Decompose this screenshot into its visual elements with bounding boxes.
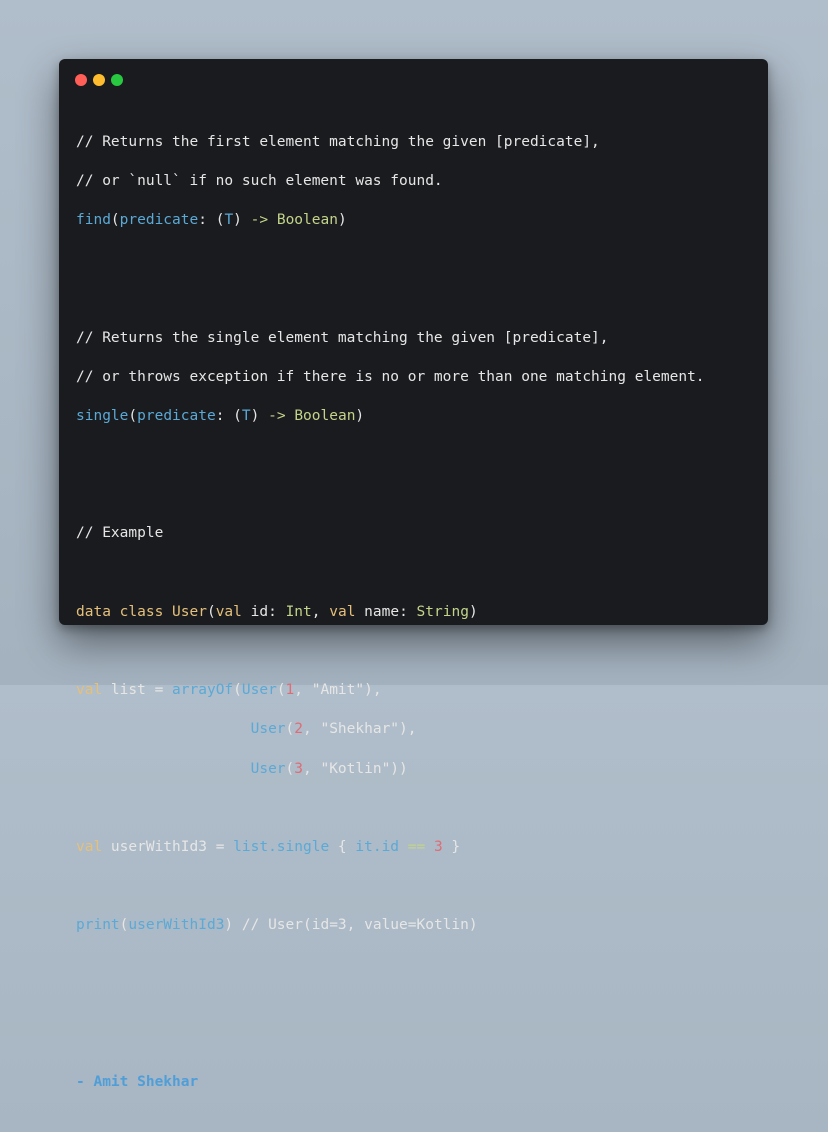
punct: : ( [215,407,242,424]
function-name: User [250,721,286,738]
param-name: predicate [119,211,199,228]
identifier: userWithId3 [128,917,225,934]
type-name: Int [285,603,312,620]
code-line-single-signature: single(predicate: (T) -> Boolean) [76,407,705,427]
punct: ) [337,211,347,228]
minimize-dot-icon[interactable] [93,74,105,86]
code-line-list-1: val list = arrayOf(User(1, "Amit"), [76,681,705,701]
code-block: // Returns the first element matching th… [76,113,705,1132]
zoom-dot-icon[interactable] [111,74,123,86]
punct: } [442,838,461,855]
code-line-single-comment-2: // or throws exception if there is no or… [76,368,705,388]
punct: ( [206,603,216,620]
author-signature: - Amit Shekhar [76,1074,199,1091]
punct: ) [355,407,365,424]
code-window: // Returns the first element matching th… [59,59,768,1090]
comment: // Returns the first element matching th… [76,133,600,150]
comment: // Returns the single element matching t… [76,329,609,346]
string: , "Kotlin")) [303,760,408,777]
code-line-example-comment: // Example [76,524,705,544]
comment: // User(id=3, value=Kotlin) [241,917,478,934]
punct: ) [250,407,269,424]
punct: , [311,603,330,620]
number: 3 [294,760,303,777]
punct: ( [285,760,295,777]
punct: ) [224,917,242,934]
comment: // Example [76,525,164,542]
arrow: -> [250,211,269,228]
keyword: val [215,603,242,620]
punct: { [329,838,356,855]
arrow: -> [268,407,286,424]
function-name: User [250,760,286,777]
function-name: print [76,917,120,934]
type-param: T [224,211,234,228]
type-param: T [241,407,251,424]
type-name: String [416,603,469,620]
function-name: find [76,211,111,228]
type-name: Boolean [294,407,356,424]
code-line-data-class: data class User(val id: Int, val name: S… [76,603,705,623]
number: 3 [433,838,443,855]
class-name: User [172,603,207,620]
code-line-find-signature: find(predicate: (T) -> Boolean) [76,211,705,231]
comment: // or `null` if no such element was foun… [76,172,443,189]
function-name: list.single [233,838,330,855]
code-line-find-comment-1: // Returns the first element matching th… [76,133,705,153]
string: , "Shekhar"), [303,721,417,738]
code-line-print: print(userWithId3) // User(id=3, value=K… [76,916,705,936]
punct: ( [285,721,295,738]
close-dot-icon[interactable] [75,74,87,86]
number: 2 [294,721,303,738]
function-name: single [76,407,129,424]
keyword: val [76,838,103,855]
punct: ( [110,211,120,228]
comment: // or throws exception if there is no or… [76,368,705,385]
field: id: [241,603,286,620]
punct: ) [468,603,478,620]
identifier: it.id [355,838,400,855]
operator: == [399,838,434,855]
code-line-user-with-id: val userWithId3 = list.single { it.id ==… [76,838,705,858]
keyword: data class [76,603,164,620]
code-line-list-3: User(3, "Kotlin")) [76,760,705,780]
code-line-author: - Amit Shekhar [76,1073,705,1093]
punct: ( [128,407,138,424]
window-controls [75,74,129,87]
keyword: val [329,603,356,620]
punct: : ( [198,211,225,228]
identifier: userWithId3 = [102,838,234,855]
code-line-find-comment-2: // or `null` if no such element was foun… [76,172,705,192]
field: name: [355,603,417,620]
punct: ( [119,917,129,934]
punct: ) [233,211,251,228]
code-line-list-2: User(2, "Shekhar"), [76,720,705,740]
code-line-single-comment-1: // Returns the single element matching t… [76,329,705,349]
param-name: predicate [137,407,216,424]
type-name: Boolean [276,211,338,228]
